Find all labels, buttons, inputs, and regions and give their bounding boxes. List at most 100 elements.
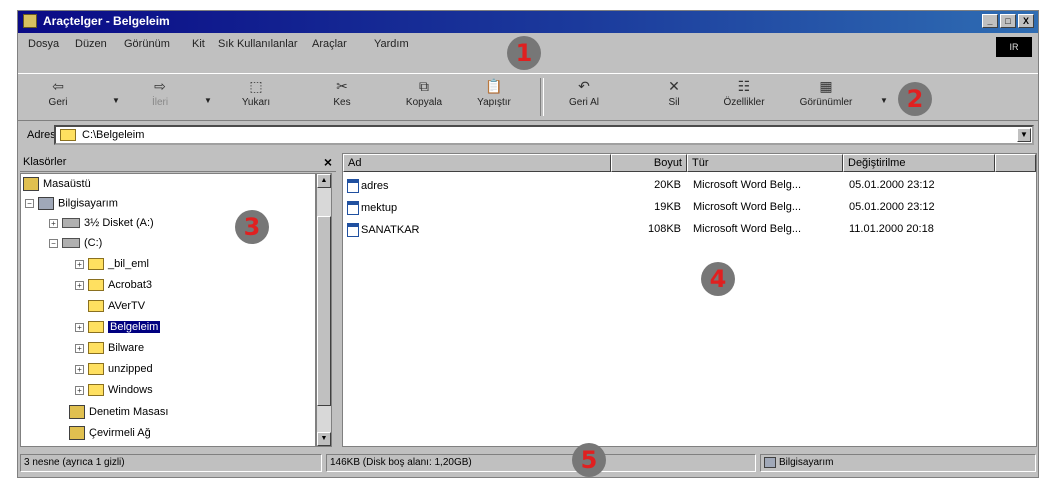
minimize-button[interactable]: _	[982, 14, 998, 28]
file-row[interactable]: SANATKAR 108KB Microsoft Word Belg... 11…	[343, 220, 1036, 240]
address-field[interactable]: C:\Belgeleim ▼	[54, 125, 1034, 145]
menu-help[interactable]: Yardım	[374, 38, 409, 50]
folder-tree-scrollbar[interactable]: ▲ ▼	[316, 173, 332, 447]
menu-file[interactable]: Dosya	[28, 38, 59, 50]
tree-item[interactable]: AVerTV	[88, 300, 145, 318]
up-folder-icon: ⬚	[249, 78, 263, 94]
tree-item[interactable]: Denetim Masası	[69, 405, 168, 423]
address-value[interactable]: C:\Belgeleim	[82, 129, 144, 141]
folder-icon	[88, 342, 104, 355]
word-document-icon	[347, 223, 359, 237]
file-size: 20KB	[654, 179, 681, 191]
expand-icon[interactable]: +	[75, 364, 84, 374]
window-app-icon[interactable]	[23, 14, 37, 28]
close-button[interactable]: X	[1018, 14, 1034, 28]
tree-item[interactable]: +3½ Disket (A:)	[49, 217, 154, 235]
address-dropdown-icon[interactable]: ▼	[1017, 128, 1031, 142]
paste-button[interactable]: 📋 Yapıştır	[464, 78, 524, 108]
expand-icon[interactable]: +	[75, 259, 84, 269]
collapse-icon[interactable]: −	[25, 199, 34, 208]
tree-item-label: (C:)	[84, 237, 103, 250]
tree-item[interactable]: Çevirmeli Ağ	[69, 426, 151, 444]
desktop-icon	[23, 177, 39, 191]
copy-label: Kopyala	[405, 97, 443, 108]
file-modified: 05.01.2000 23:12	[849, 179, 935, 191]
properties-icon: ☷	[737, 78, 751, 94]
views-label: Görünümler	[799, 97, 853, 108]
menu-tools[interactable]: Araçlar	[312, 38, 347, 50]
collapse-icon[interactable]: −	[49, 238, 58, 248]
file-modified: 05.01.2000 23:12	[849, 201, 935, 213]
up-button[interactable]: ⬚ Yukarı	[226, 78, 286, 108]
forward-arrow-icon: ⇨	[154, 78, 166, 94]
scroll-thumb[interactable]	[317, 216, 331, 406]
folder-icon	[88, 363, 104, 376]
column-type[interactable]: Tür	[687, 154, 843, 172]
tree-item-label: Acrobat3	[108, 279, 153, 292]
word-document-icon	[347, 179, 359, 193]
folders-pane-header: Klasörler ×	[20, 153, 336, 172]
tree-item[interactable]: + Belgeleim	[75, 321, 161, 339]
file-list-pane: Ad Boyut Tür Değiştirilme adres 20KB Mic…	[342, 153, 1037, 447]
title-bar[interactable]: Araçtelger - Belgeleim _ □ X	[18, 11, 1038, 33]
back-dropdown-icon[interactable]: ▼	[112, 96, 120, 105]
callout-marker-3: 3	[235, 210, 269, 244]
properties-button[interactable]: ☷ Özellikler	[714, 78, 774, 108]
back-label: Geri	[48, 97, 68, 108]
callout-marker-5: 5	[572, 443, 606, 477]
tree-item[interactable]: + Windows	[75, 384, 153, 402]
floppy-drive-icon	[62, 218, 80, 229]
forward-dropdown-icon[interactable]: ▼	[204, 96, 212, 105]
status-location-label: Bilgisayarım	[779, 457, 834, 468]
scroll-down-icon[interactable]: ▼	[317, 432, 331, 446]
back-arrow-icon: ⇦	[52, 78, 64, 94]
menu-go[interactable]: Kit	[192, 38, 205, 50]
address-bar: Adres C:\Belgeleim ▼	[18, 123, 1038, 149]
forward-button[interactable]: ⇨ İleri	[130, 78, 190, 108]
tree-item[interactable]: + Bilware	[75, 342, 144, 360]
computer-icon	[764, 456, 776, 468]
tree-item[interactable]: + Acrobat3	[75, 279, 152, 297]
tree-item[interactable]: + unzipped	[75, 363, 153, 381]
tree-item[interactable]: − Bilgisayarım	[25, 197, 118, 215]
menu-edit[interactable]: Düzen	[75, 38, 107, 50]
expand-icon[interactable]: +	[49, 218, 58, 228]
expand-icon[interactable]: +	[75, 280, 84, 290]
delete-button[interactable]: ✕ Sil	[644, 78, 704, 108]
back-button[interactable]: ⇦ Geri	[28, 78, 88, 108]
file-row[interactable]: adres 20KB Microsoft Word Belg... 05.01.…	[343, 176, 1036, 196]
menu-view[interactable]: Görünüm	[124, 38, 170, 50]
tree-item[interactable]: Masaüstü	[23, 177, 91, 195]
close-pane-icon[interactable]: ×	[324, 154, 332, 170]
callout-marker-4: 4	[701, 262, 735, 296]
tree-item[interactable]: − (C:)	[49, 237, 102, 255]
column-name[interactable]: Ad	[343, 154, 611, 172]
scroll-up-icon[interactable]: ▲	[317, 174, 331, 188]
maximize-button[interactable]: □	[1000, 14, 1016, 28]
copy-button[interactable]: ⧉ Kopyala	[394, 78, 454, 108]
column-size[interactable]: Boyut	[611, 154, 687, 172]
expand-icon[interactable]: +	[75, 343, 84, 353]
tree-item[interactable]: + _bil_eml	[75, 258, 149, 276]
callout-marker-1: 1	[507, 36, 541, 70]
views-dropdown-icon[interactable]: ▼	[880, 96, 888, 105]
undo-button[interactable]: ↶ Geri Al	[554, 78, 614, 108]
up-label: Yukarı	[241, 97, 271, 108]
menu-favorites[interactable]: Sık Kullanılanlar	[218, 38, 298, 50]
file-type: Microsoft Word Belg...	[693, 201, 801, 213]
dialup-icon	[69, 426, 85, 440]
tree-item-label: Masaüstü	[43, 178, 91, 190]
column-modified[interactable]: Değiştirilme	[843, 154, 995, 172]
address-label: Adres	[27, 129, 56, 141]
cut-button[interactable]: ✂ Kes	[312, 78, 372, 108]
undo-label: Geri Al	[568, 97, 599, 108]
file-row[interactable]: mektup 19KB Microsoft Word Belg... 05.01…	[343, 198, 1036, 218]
file-name: adres	[361, 179, 389, 192]
views-button[interactable]: ▦ Görünümler	[796, 78, 856, 108]
cut-label: Kes	[333, 97, 351, 108]
open-folder-icon	[88, 321, 104, 334]
expand-icon[interactable]: +	[75, 322, 84, 332]
expand-icon[interactable]: +	[75, 385, 84, 395]
tree-item-label-selected: Belgeleim	[108, 321, 161, 334]
paste-label: Yapıştır	[477, 97, 511, 108]
